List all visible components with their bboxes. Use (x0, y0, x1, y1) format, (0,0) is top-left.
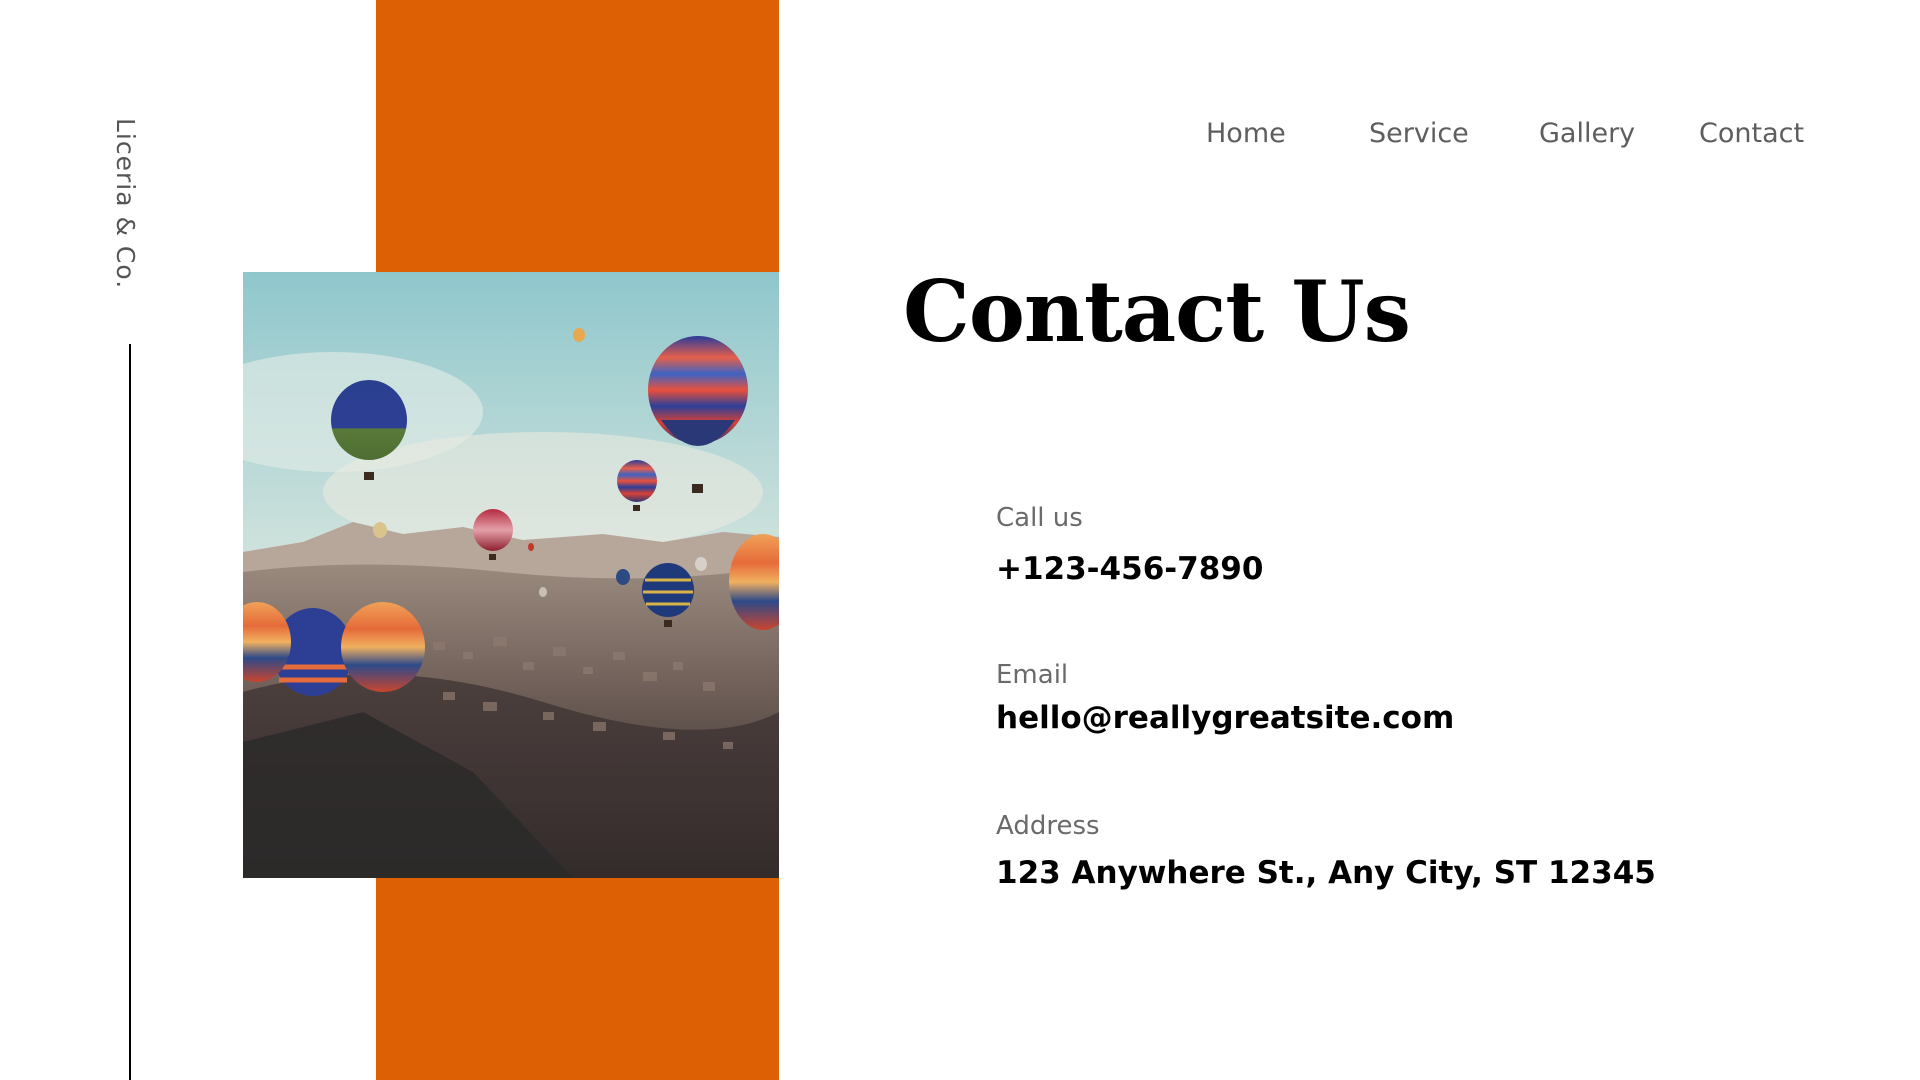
address-value: 123 Anywhere St., Any City, ST 12345 (996, 855, 1656, 891)
nav-service[interactable]: Service (1369, 118, 1469, 149)
address-block: Address 123 Anywhere St., Any City, ST 1… (996, 811, 1656, 891)
brand-container: Liceria & Co. (78, 118, 178, 318)
email-value[interactable]: hello@reallygreatsite.com (996, 700, 1454, 736)
address-label: Address (996, 811, 1100, 841)
nav-contact[interactable]: Contact (1699, 118, 1804, 149)
photo-illustration (243, 272, 779, 878)
email-label: Email (996, 660, 1069, 690)
email-block: Email hello@reallygreatsite.com (996, 660, 1454, 736)
vertical-divider (129, 344, 131, 1080)
brand-name: Liceria & Co. (111, 118, 140, 290)
phone-value[interactable]: +123-456-7890 (996, 551, 1263, 587)
page-title: Contact Us (903, 262, 1411, 361)
nav-gallery[interactable]: Gallery (1539, 118, 1635, 149)
hot-air-balloons-photo (243, 272, 779, 878)
nav-home[interactable]: Home (1206, 118, 1286, 149)
phone-label: Call us (996, 503, 1083, 533)
phone-block: Call us +123-456-7890 (996, 503, 1263, 587)
